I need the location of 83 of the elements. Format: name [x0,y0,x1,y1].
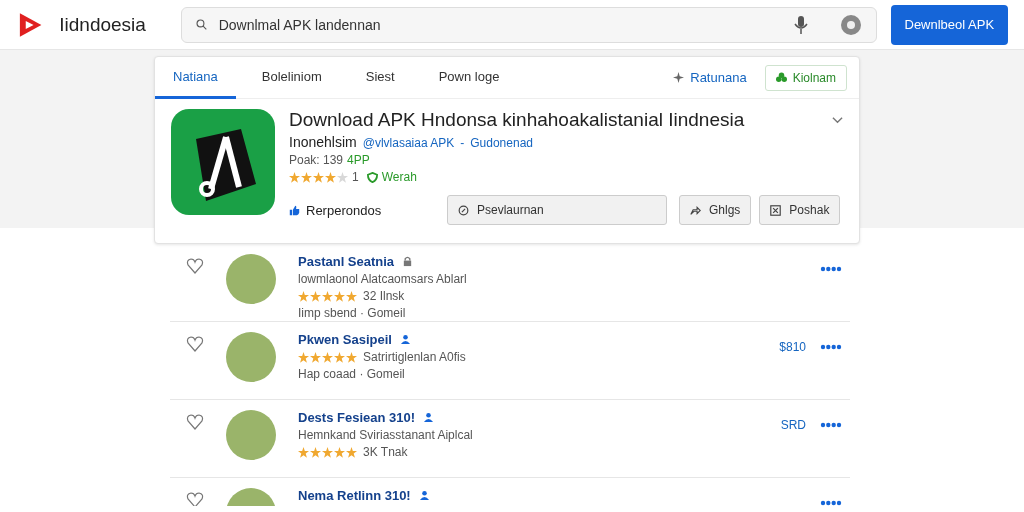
more-icon[interactable] [820,422,842,428]
heart-icon[interactable] [186,491,204,506]
tag-icon [458,204,469,216]
thumbs-up-icon [289,204,300,216]
action-button[interactable]: Psevlaurnan [447,195,667,225]
app-icon [171,109,275,215]
star-icon [310,290,321,302]
star-icon [346,351,357,363]
star-icon [334,351,345,363]
settings-icon[interactable] [839,13,862,36]
star-icon [298,446,309,458]
category-link[interactable]: Gudonenad [470,136,533,150]
price: $810 [779,340,806,354]
search-icon [195,19,207,30]
review-text: lowmlaonol Alatcaomsars Ablarl [298,272,467,286]
follow-button[interactable]: Kiolnam [764,64,847,91]
star-icon [334,290,345,302]
avatar [226,410,276,460]
recommend-label: Rerperondos [306,202,382,218]
star-icon [334,446,345,458]
star-icon [322,351,333,363]
more-icon[interactable] [820,344,842,350]
share-button[interactable]: Ghlgs [679,195,752,225]
share-icon [690,204,701,216]
star-icon [346,446,357,458]
star-icon [298,290,309,302]
rating-text: 3K Tnak [363,445,408,459]
star-icon [310,351,321,363]
review-text: Hemnkand Sviriasstanant Aiplcal [298,428,473,442]
star-icon [289,171,300,183]
search-bar[interactable]: Downlmal APK landennan [180,6,877,43]
tab[interactable]: Natiana [155,56,236,99]
review-meta: Iimp sbend · Gomeil [298,306,406,320]
more-icon[interactable] [820,266,842,272]
rating-count: 1 [352,170,359,184]
star-icon [325,171,336,183]
flag-button[interactable]: Poshak [759,195,841,225]
shield-icon [366,171,378,183]
person-badge-icon [423,412,435,423]
star-icon [301,171,312,183]
more-icon[interactable] [820,500,842,506]
clover-icon [775,72,787,83]
tab[interactable]: Pown loge [420,56,518,99]
developer-link[interactable]: @vlvlasaiaa APK [362,136,455,150]
size-label: Poak: 139 [289,153,344,167]
review-meta: Hap coaad · Gomeil [298,367,405,381]
avatar [226,254,276,304]
person-badge-icon [399,334,411,345]
price: SRD [780,418,806,432]
star-icon [298,351,309,363]
star-icon [310,446,321,458]
sparkle-icon [673,72,685,83]
tab[interactable]: Siest [347,56,413,99]
brand-name: Iidndoesia [59,13,147,36]
microphone-icon[interactable] [793,15,808,34]
rating-text: Satrirtiglenlan A0fis [363,350,466,364]
rating-text: 32 Ilnsk [363,289,405,303]
chevron-down-icon[interactable] [832,114,843,126]
ratings-link[interactable]: Ratunana [667,69,753,86]
reviewer-name: Pastanl Seatnia [298,254,395,269]
tab[interactable]: Boleliniom [243,56,340,99]
lock-icon [402,256,414,267]
verified-label: Werah [381,170,417,184]
reviewer-name: Nema Retlinn 310! [298,488,411,503]
separator: - [460,136,465,150]
star-icon [313,171,324,183]
person-badge-icon [418,490,430,501]
download-button[interactable]: Dewnlbeol APK [890,4,1008,45]
heart-icon[interactable] [186,335,204,353]
star-icon [346,290,357,302]
flag-icon [770,204,782,216]
heart-icon[interactable] [186,413,204,431]
search-input[interactable]: Downlmal APK landennan [216,15,784,34]
app-title: Download APK Hndonsa kinhahoakalistanial Iindnesia [289,109,745,131]
heart-icon[interactable] [186,257,204,275]
app-subtitle: Inonehlsim [289,134,357,150]
size-tag: 4PP [347,153,370,167]
reviewer-name: Dests Fesiean 310! [298,410,416,425]
avatar [226,332,276,382]
star-icon [322,290,333,302]
star-icon [322,446,333,458]
reviewer-name: Pkwen Sasipeil [298,332,392,347]
star-icon [337,171,348,183]
